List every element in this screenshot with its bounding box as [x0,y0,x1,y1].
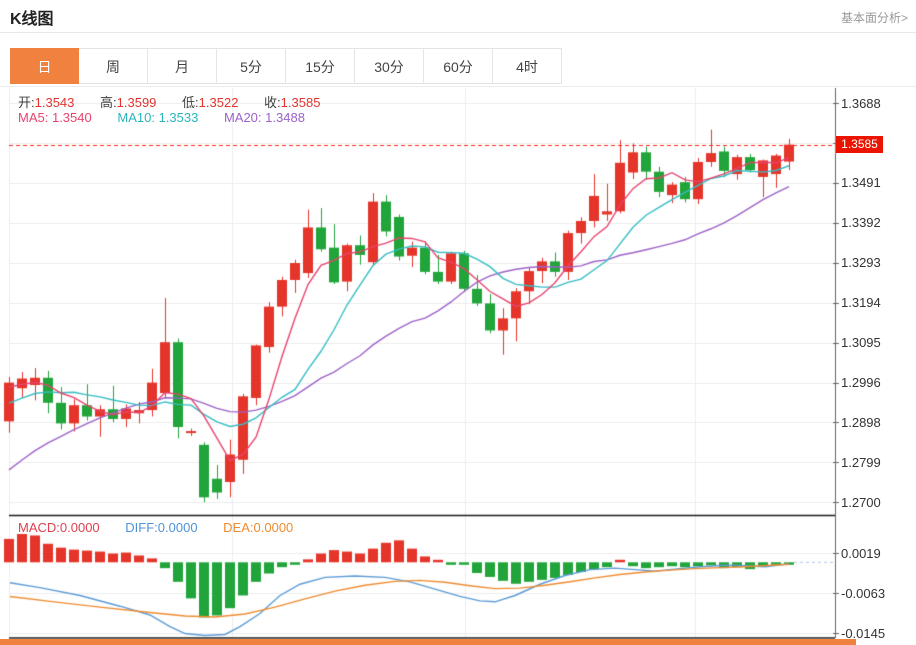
y-axis-label: 1.2996 [841,375,881,390]
diff-label: DIFF: [125,520,158,535]
kline-widget: K线图 基本面分析> 日 周 月 5分 15分 30分 60分 4时 开:1.3… [0,0,916,645]
y-axis-label: 1.3293 [841,255,881,270]
low-label: 低: [182,95,199,110]
low-value: 1.3522 [199,95,239,110]
y-axis-label: 1.2799 [841,455,881,470]
macd-value: 0.0000 [60,520,100,535]
high-label: 高: [100,95,117,110]
ohlc-legend: 开:1.3543 高:1.3599 低:1.3522 收:1.3585 [18,92,342,111]
open-label: 开: [18,95,35,110]
diff-value: 0.0000 [158,520,198,535]
y-axis-label: 1.3194 [841,295,881,310]
y-axis-label: 1.3392 [841,215,881,230]
dea-value: 0.0000 [254,520,294,535]
y-axis-label: 1.3688 [841,96,881,111]
macd-label: MACD: [18,520,60,535]
ma5-value: 1.3540 [52,110,92,125]
macd-axis-label: 0.0019 [841,546,881,561]
ma5-label: MA5: [18,110,48,125]
y-axis-label: 1.3491 [841,175,881,190]
macd-axis-label: -0.0063 [841,586,885,601]
dea-label: DEA: [223,520,253,535]
y-axis-label: 1.2898 [841,415,881,430]
ma-legend: MA5: 1.3540 MA10: 1.3533 MA20: 1.3488 [18,110,327,125]
y-axis-label: 1.3095 [841,335,881,350]
ma10-label: MA10: [117,110,155,125]
bottom-scrollbar[interactable] [0,639,856,645]
close-label: 收: [264,95,281,110]
ma20-value: 1.3488 [265,110,305,125]
open-value: 1.3543 [35,95,75,110]
close-value: 1.3585 [281,95,321,110]
y-axis-label: 1.2700 [841,495,881,510]
ma10-value: 1.3533 [159,110,199,125]
current-price-tag: 1.3585 [836,136,883,153]
high-value: 1.3599 [117,95,157,110]
macd-legend: MACD:0.0000 DIFF:0.0000 DEA:0.0000 [18,520,315,535]
ma20-label: MA20: [224,110,262,125]
